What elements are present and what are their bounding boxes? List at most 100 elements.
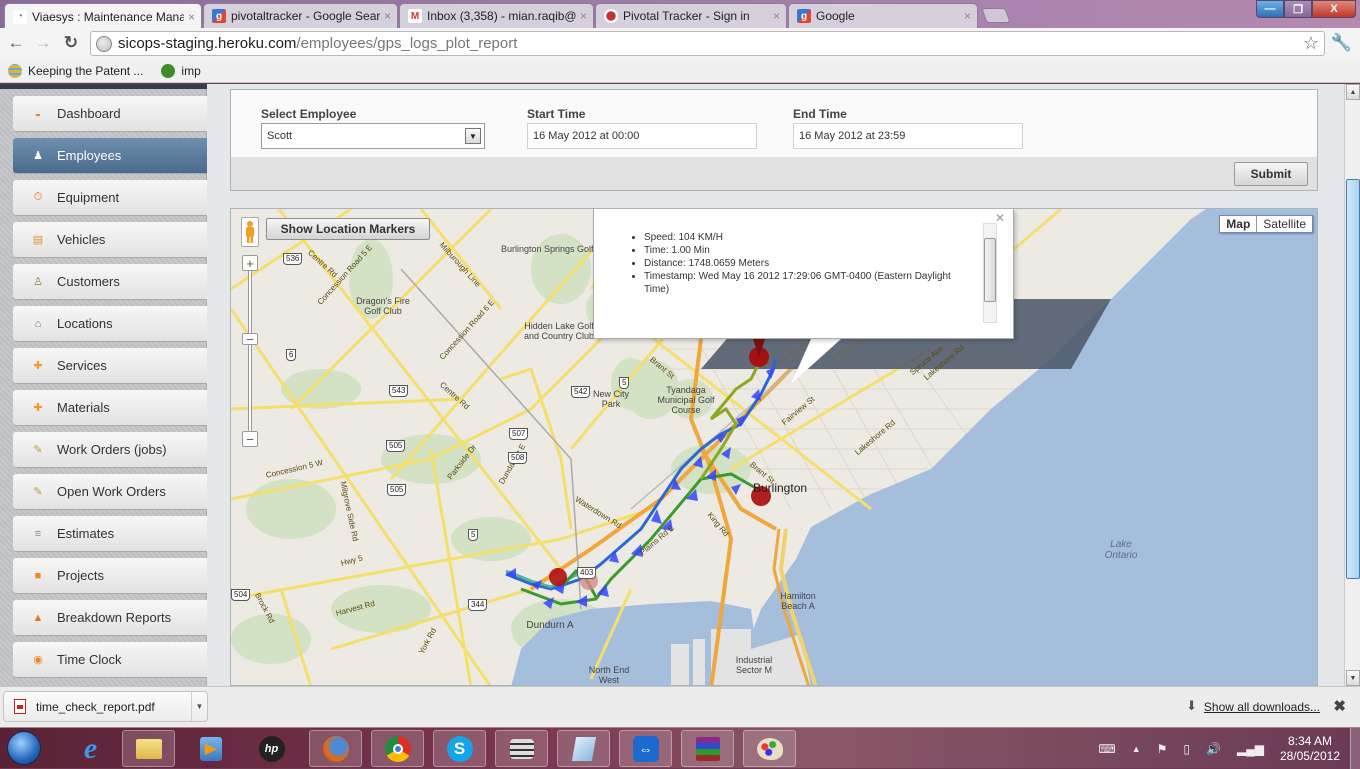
info-window-scroll-thumb[interactable]: [984, 238, 996, 302]
show-all-downloads-link[interactable]: Show all downloads...: [1204, 700, 1320, 714]
warning-icon: ▲: [32, 611, 44, 624]
wrench-menu-icon[interactable]: 🔧: [1331, 33, 1352, 53]
submit-button[interactable]: Submit: [1234, 162, 1308, 186]
bookmark-star-icon[interactable]: ☆: [1303, 33, 1319, 54]
address-bar[interactable]: sicops-staging.heroku.com /employees/gps…: [90, 31, 1325, 56]
sidebar-item-customers[interactable]: ♙ Customers: [13, 264, 207, 299]
page-scrollbar[interactable]: ▲ ▼: [1344, 84, 1360, 686]
scroll-thumb[interactable]: [1346, 179, 1360, 579]
bookmark-label: Keeping the Patent ...: [28, 63, 144, 78]
start-time-input[interactable]: 16 May 2012 at 00:00: [527, 123, 757, 149]
speedometer-icon: ◒: [34, 107, 42, 120]
tab-gmail[interactable]: M Inbox (3,358) - mian.raqib@ ×: [399, 3, 594, 28]
chevron-down-icon[interactable]: ▼: [191, 692, 207, 721]
street-view-pegman[interactable]: [241, 217, 259, 247]
reload-icon[interactable]: ↻: [60, 33, 82, 53]
time-detail: Time: 1.00 Min: [644, 244, 974, 257]
database-icon[interactable]: [495, 730, 548, 767]
gps-map[interactable]: Burlington Springs Golf Club Dragon's Fi…: [230, 208, 1318, 686]
sidebar-item-dashboard[interactable]: ◒ Dashboard: [13, 96, 207, 131]
file-explorer-icon[interactable]: [122, 730, 175, 767]
battery-icon[interactable]: ▯: [1183, 742, 1190, 756]
sidebar-item-open-work-orders[interactable]: ✎ Open Work Orders: [13, 474, 207, 509]
paint-icon[interactable]: [743, 730, 796, 767]
chevron-down-icon[interactable]: ▼: [465, 128, 481, 144]
windows-taskbar: e ▶ hp S ⇔ ⌨ ▲ ⚑ ▯ 🔊 ▂▄▆ 8:34 AM 28/05/2…: [0, 727, 1360, 769]
firefox-icon[interactable]: [309, 730, 362, 767]
sidebar-item-work-orders-jobs[interactable]: ✎ Work Orders (jobs): [13, 432, 207, 467]
download-item[interactable]: time_check_report.pdf ▼: [3, 691, 208, 722]
sidebar-item-equipment[interactable]: ⏱ Equipment: [13, 180, 207, 215]
browser-titlebar: ◔ Viaesys : Maintenance Mana × g pivotal…: [0, 0, 1360, 29]
employee-select[interactable]: Scott ▼: [261, 123, 485, 149]
distance-detail: Distance: 1748.0659 Meters: [644, 257, 974, 270]
minimize-button[interactable]: —: [1256, 0, 1284, 18]
restore-button[interactable]: ❐: [1284, 0, 1312, 18]
bookmark-imp[interactable]: imp: [161, 63, 201, 78]
zoom-slider-handle[interactable]: −: [242, 332, 258, 347]
back-icon[interactable]: ←: [5, 33, 27, 53]
sidebar-item-vehicles[interactable]: ▤ Vehicles: [13, 222, 207, 257]
media-player-icon[interactable]: ▶: [184, 730, 237, 767]
form-footer: Submit: [231, 157, 1317, 190]
close-tab-icon[interactable]: ×: [964, 9, 971, 23]
action-center-flag-icon[interactable]: ⚑: [1157, 742, 1168, 756]
show-hidden-icons-icon[interactable]: ▲: [1132, 744, 1141, 754]
employee-label: Select Employee: [261, 107, 357, 121]
sidebar-item-label: Vehicles: [57, 232, 106, 247]
sidebar-item-time-clock[interactable]: ◉ Time Clock: [13, 642, 207, 677]
end-time-input[interactable]: 16 May 2012 at 23:59: [793, 123, 1023, 149]
chrome-icon[interactable]: [371, 730, 424, 767]
close-window-button[interactable]: X: [1312, 0, 1356, 18]
forward-icon[interactable]: →: [32, 33, 54, 53]
download-bar: time_check_report.pdf ▼ ⬇ Show all downl…: [0, 686, 1360, 727]
close-tab-icon[interactable]: ×: [773, 9, 780, 23]
bookmark-keeping-the-patent[interactable]: Keeping the Patent ...: [8, 63, 144, 78]
tab-title: Pivotal Tracker - Sign in: [623, 9, 750, 23]
zoom-slider-track[interactable]: [248, 265, 252, 435]
show-location-markers-button[interactable]: Show Location Markers: [266, 218, 430, 240]
sidebar-item-breakdown-reports[interactable]: ▲ Breakdown Reports: [13, 600, 207, 635]
close-download-bar-icon[interactable]: ✖: [1333, 697, 1346, 715]
winrar-icon[interactable]: [681, 730, 734, 767]
tab-pivotal-tracker[interactable]: Pivotal Tracker - Sign in ×: [595, 3, 787, 28]
employee-icon: ♟: [33, 150, 43, 162]
zoom-out-button[interactable]: −: [242, 431, 258, 447]
start-marker: [549, 568, 567, 586]
scroll-up-arrow-icon[interactable]: ▲: [1346, 84, 1360, 100]
close-tab-icon[interactable]: ×: [188, 10, 195, 24]
route-shield: 536: [283, 253, 303, 265]
zoom-in-button[interactable]: +: [242, 255, 258, 271]
map-type-satellite-button[interactable]: Satellite: [1257, 216, 1312, 232]
hp-icon[interactable]: hp: [245, 730, 298, 767]
start-button[interactable]: [7, 731, 41, 765]
teamviewer-icon[interactable]: ⇔: [619, 730, 672, 767]
close-tab-icon[interactable]: ×: [384, 9, 391, 23]
sidebar-item-locations[interactable]: ⌂ Locations: [13, 306, 207, 341]
close-tab-icon[interactable]: ×: [580, 9, 587, 23]
show-desktop-button[interactable]: [1350, 728, 1360, 769]
scroll-down-arrow-icon[interactable]: ▼: [1346, 670, 1360, 686]
route-shield: 403: [577, 567, 597, 579]
report-filter-form: Select Employee Scott ▼ Start Time 16 Ma…: [230, 89, 1318, 191]
new-tab-button[interactable]: [981, 8, 1011, 23]
info-window-scrollbar[interactable]: [983, 223, 997, 323]
sidebar-item-services[interactable]: ✚ Services: [13, 348, 207, 383]
network-signal-icon[interactable]: ▂▄▆: [1237, 742, 1264, 756]
sidebar-item-employees[interactable]: ♟ Employees: [13, 138, 207, 173]
sidebar-item-projects[interactable]: ■ Projects: [13, 558, 207, 593]
notepad-icon[interactable]: [557, 730, 610, 767]
map-type-map-button[interactable]: Map: [1220, 216, 1258, 232]
sidebar-item-estimates[interactable]: ≡ Estimates: [13, 516, 207, 551]
sidebar-item-label: Employees: [57, 148, 122, 163]
tab-viaesys[interactable]: ◔ Viaesys : Maintenance Mana ×: [4, 3, 202, 29]
sidebar-item-materials[interactable]: ✚ Materials: [13, 390, 207, 425]
keyboard-icon[interactable]: ⌨: [1098, 742, 1115, 756]
internet-explorer-icon[interactable]: e: [64, 730, 117, 767]
tab-google[interactable]: g Google ×: [788, 3, 978, 28]
tab-google-search[interactable]: g pivotaltracker - Google Sear ×: [203, 3, 398, 28]
system-clock[interactable]: 8:34 AM 28/05/2012: [1280, 734, 1340, 764]
building-icon: ⌂: [34, 317, 42, 330]
volume-icon[interactable]: 🔊: [1206, 742, 1221, 756]
skype-icon[interactable]: S: [433, 730, 486, 767]
